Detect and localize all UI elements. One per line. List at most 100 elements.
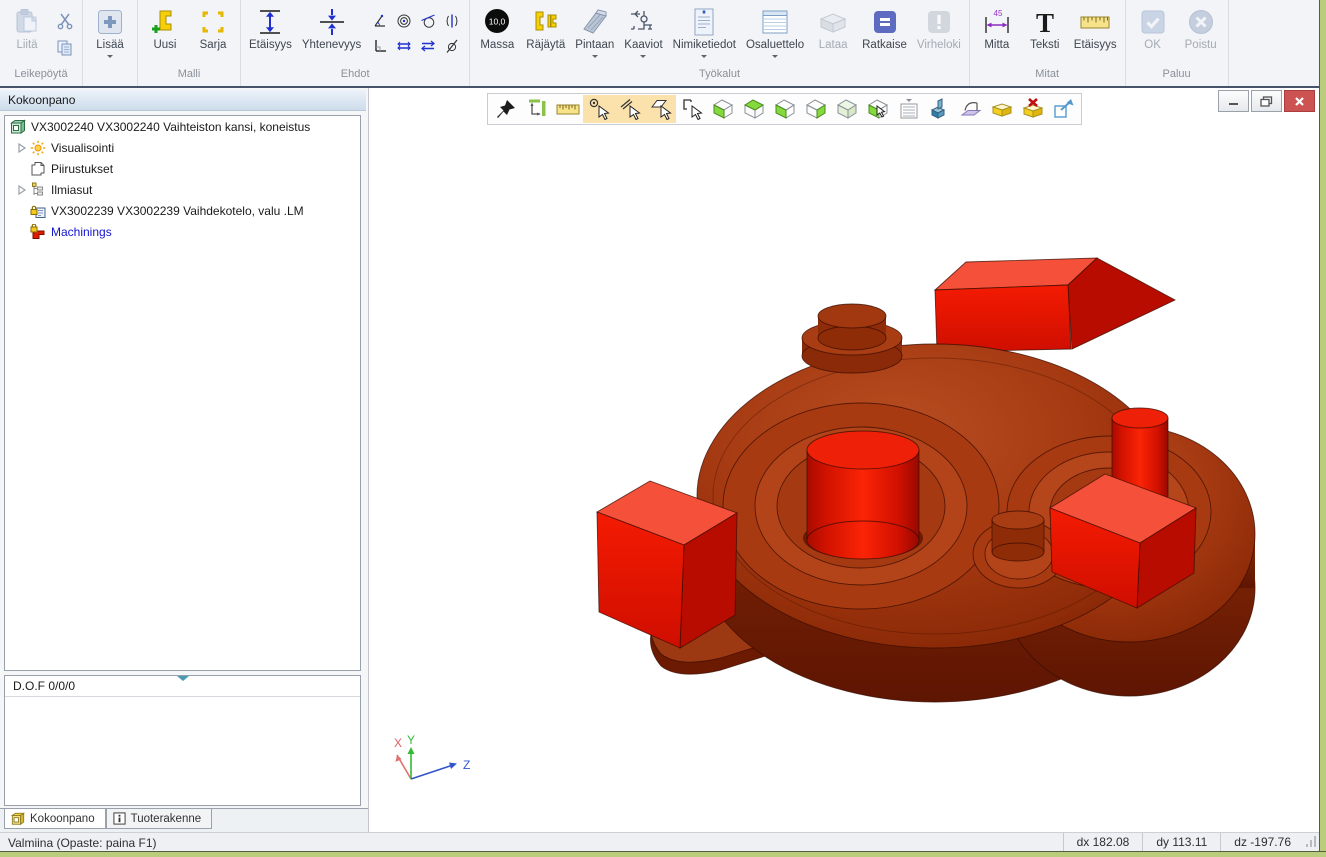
equal-distance-condition-button[interactable] — [417, 35, 439, 57]
cube-face-front-icon[interactable] — [707, 95, 738, 123]
add-dropdown-arrow[interactable] — [107, 55, 113, 61]
box-delete-icon[interactable] — [1017, 95, 1048, 123]
series-icon — [198, 5, 228, 38]
tree-item-machinings[interactable]: Machinings — [5, 221, 360, 242]
add-button[interactable]: Lisää — [86, 1, 134, 68]
part-list-button[interactable]: Osaluettelo — [741, 1, 809, 68]
cube-face-right-icon[interactable] — [800, 95, 831, 123]
ribbon-group-insert: Lisää — [83, 0, 138, 86]
cube-select-icon[interactable] — [862, 95, 893, 123]
select-face-icon[interactable] — [645, 95, 676, 123]
assembly-tree[interactable]: VX3002240 VX3002240 Vaihteiston kansi, k… — [4, 115, 361, 671]
to-surface-icon — [580, 5, 610, 38]
measure-axes-icon[interactable] — [521, 95, 552, 123]
part-list-icon — [760, 5, 790, 38]
diagrams-button[interactable]: Kaaviot — [619, 1, 667, 68]
series-label: Sarja — [200, 39, 227, 52]
explode-button[interactable]: Räjäytä — [521, 1, 570, 68]
diagrams-dropdown-arrow[interactable] — [640, 55, 646, 61]
fix-condition-button[interactable] — [441, 35, 463, 57]
restore-button[interactable] — [1251, 90, 1282, 112]
copy-button[interactable] — [54, 37, 76, 59]
cube-solid-icon[interactable] — [831, 95, 862, 123]
ok-label: OK — [1144, 39, 1161, 52]
tab-product-structure[interactable]: Tuoterakenne — [106, 809, 213, 829]
boss-top — [802, 304, 902, 373]
cad-application-window: Liitä Leikepöytä — [0, 0, 1326, 857]
concentric-condition-button[interactable] — [393, 10, 415, 32]
tree-item-part[interactable]: VX3002239 VX3002239 Vaihdekotelo, valu .… — [5, 200, 360, 221]
new-label: Uusi — [153, 39, 176, 52]
cut-button[interactable] — [54, 10, 76, 32]
tab-assembly[interactable]: Kokoonpano — [4, 809, 106, 829]
perpendicular-condition-button[interactable] — [369, 35, 391, 57]
error-log-icon — [925, 5, 953, 38]
error-log-button[interactable]: Virheloki — [912, 1, 966, 68]
orientation-triad: X Y Z — [387, 733, 482, 788]
distance-condition-button[interactable]: Etäisyys — [244, 1, 297, 68]
ribbon-group-back: OK Poistu Paluu — [1126, 0, 1229, 86]
to-surface-dropdown-arrow[interactable] — [592, 55, 598, 61]
sketch-plane-icon[interactable] — [955, 95, 986, 123]
explode-label: Räjäytä — [526, 39, 565, 52]
text-button[interactable]: T Teksti — [1021, 1, 1069, 68]
parallel-condition-button[interactable] — [393, 35, 415, 57]
dimension-button[interactable]: 45 Mitta — [973, 1, 1021, 68]
splitter-collapse-icon[interactable] — [176, 675, 190, 682]
info-tab-icon — [113, 812, 126, 825]
distance-condition-label: Etäisyys — [249, 39, 292, 52]
tangent-condition-button[interactable] — [417, 10, 439, 32]
tree-item-root-assembly[interactable]: VX3002240 VX3002240 Vaihteiston kansi, k… — [5, 116, 360, 137]
ruler-icon[interactable] — [552, 95, 583, 123]
sidebar-tab-strip: Kokoonpano Tuoterakenne — [0, 808, 368, 833]
workplane-icon[interactable] — [924, 95, 955, 123]
export-view-icon[interactable] — [1048, 95, 1079, 123]
mass-label: Massa — [480, 39, 514, 52]
tree-item-instances[interactable]: Ilmiasut — [5, 179, 360, 200]
solve-button[interactable]: Ratkaise — [857, 1, 912, 68]
condition-icon-grid — [368, 8, 464, 68]
tree-item-label: Machinings — [51, 225, 112, 239]
symmetry-condition-button[interactable] — [441, 10, 463, 32]
angle-condition-button[interactable] — [369, 10, 391, 32]
item-data-button[interactable]: Nimiketiedot — [668, 1, 741, 68]
mass-button[interactable]: 10,0 Massa — [473, 1, 521, 68]
pin-icon[interactable] — [490, 95, 521, 123]
select-edge-icon[interactable] — [614, 95, 645, 123]
tree-item-label: Visualisointi — [51, 141, 114, 155]
3d-viewport[interactable]: X Y Z — [368, 88, 1319, 832]
paste-button[interactable]: Liitä — [3, 1, 51, 68]
load-button[interactable]: Lataa — [809, 1, 857, 68]
tree-item-drawings[interactable]: Piirustukset — [5, 158, 360, 179]
part-list-dropdown-arrow[interactable] — [772, 55, 778, 61]
cube-face-top-icon[interactable] — [738, 95, 769, 123]
coincidence-button[interactable]: Yhtenevyys — [297, 1, 366, 68]
exit-button[interactable]: Poistu — [1177, 1, 1225, 68]
to-surface-button[interactable]: Pintaan — [570, 1, 619, 68]
expand-arrow-icon[interactable] — [15, 184, 29, 196]
item-data-dropdown-arrow[interactable] — [701, 55, 707, 61]
coincidence-icon — [317, 5, 347, 38]
group-label-insert — [86, 68, 134, 86]
svg-text:T: T — [1036, 8, 1054, 37]
select-point-icon[interactable] — [583, 95, 614, 123]
drawings-icon — [29, 161, 47, 177]
series-button[interactable]: Sarja — [189, 1, 237, 68]
expand-arrow-icon[interactable] — [15, 142, 29, 154]
distance-measure-button[interactable]: Etäisyys — [1069, 1, 1122, 68]
close-button[interactable] — [1284, 90, 1315, 112]
resize-grip[interactable] — [1304, 836, 1319, 850]
new-button[interactable]: Uusi — [141, 1, 189, 68]
dof-panel: D.O.F 0/0/0 — [4, 675, 361, 806]
box-store-icon[interactable] — [986, 95, 1017, 123]
svg-text:10,0: 10,0 — [489, 16, 506, 26]
tab-product-structure-label: Tuoterakenne — [131, 813, 202, 825]
feature-list-icon[interactable] — [893, 95, 924, 123]
cube-face-left-icon[interactable] — [769, 95, 800, 123]
minimize-button[interactable] — [1218, 90, 1249, 112]
exit-label: Poistu — [1185, 39, 1217, 52]
tree-item-visualization[interactable]: Visualisointi — [5, 137, 360, 158]
select-part-icon[interactable] — [676, 95, 707, 123]
coincidence-label: Yhtenevyys — [302, 39, 361, 52]
ok-button[interactable]: OK — [1129, 1, 1177, 68]
